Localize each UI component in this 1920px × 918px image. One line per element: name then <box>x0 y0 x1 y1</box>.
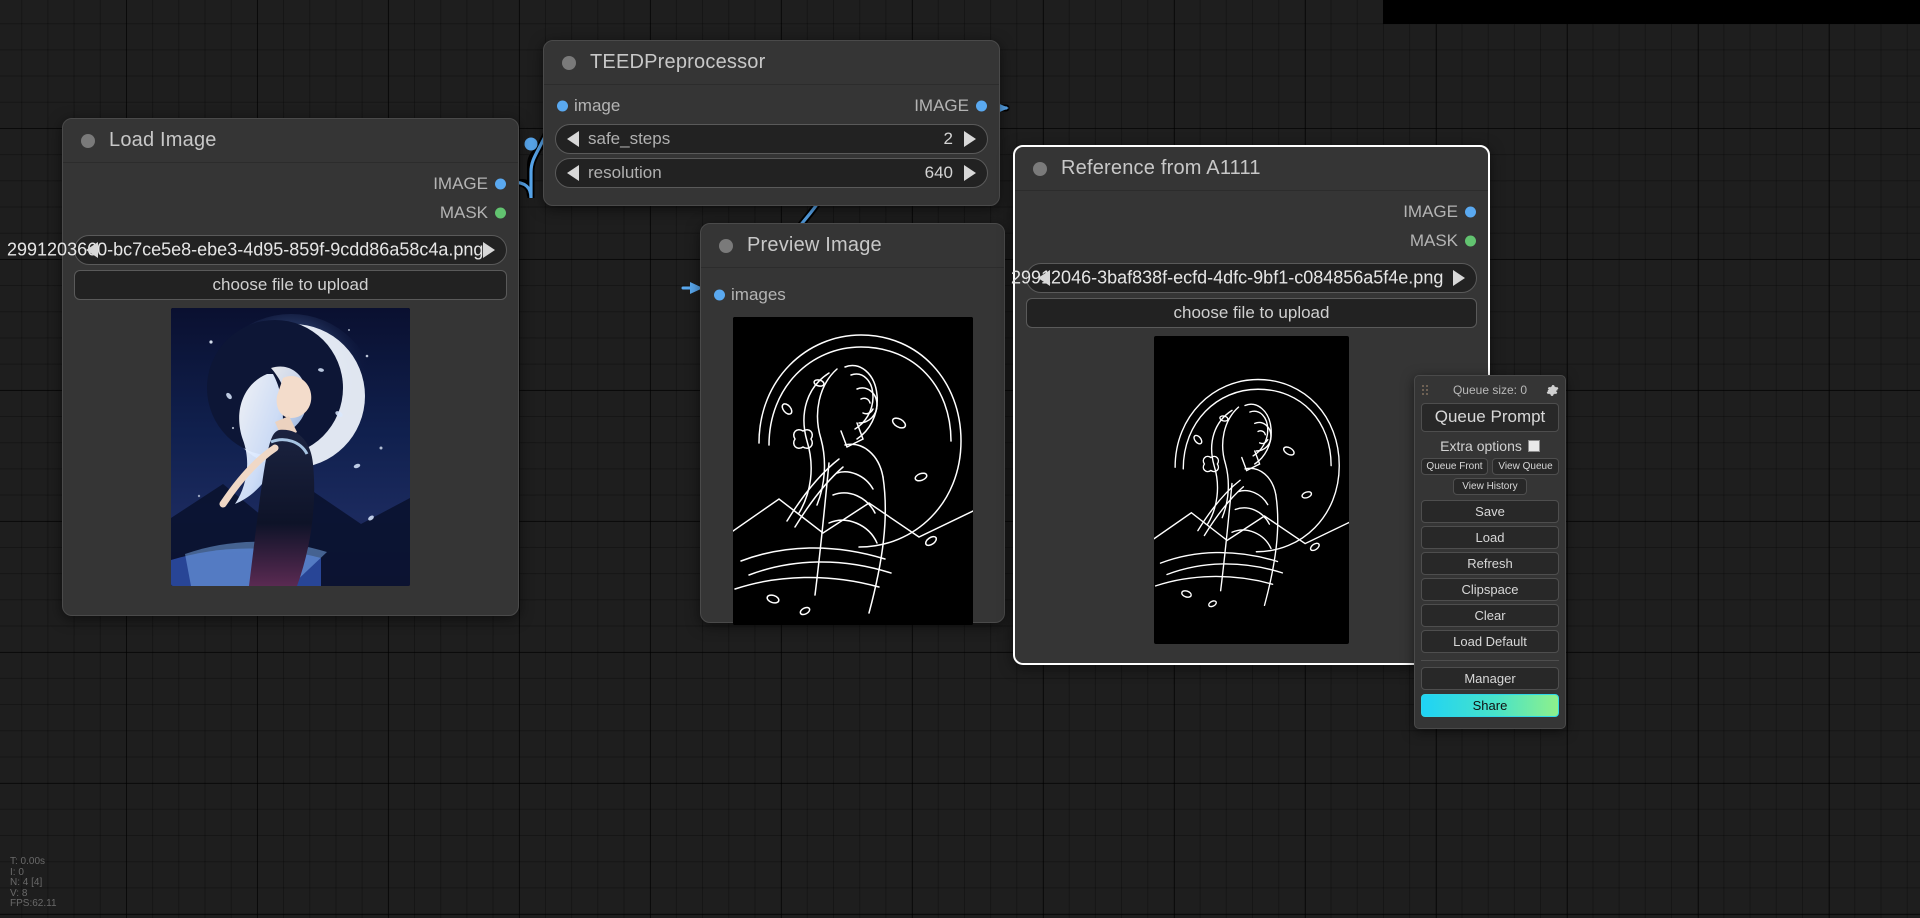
menu-header[interactable]: Queue size: 0 <box>1421 381 1559 399</box>
view-queue-button[interactable]: View Queue <box>1492 458 1559 475</box>
widget-value-resolution: 640 <box>925 163 953 183</box>
node-teed-body: image IMAGE safe_steps 2 resolution 640 <box>544 85 999 188</box>
output-dot-mask[interactable] <box>495 207 506 218</box>
load-button[interactable]: Load <box>1421 526 1559 549</box>
top-black-bar <box>1383 0 1920 24</box>
decrement-arrow-icon[interactable] <box>567 131 579 147</box>
manager-button[interactable]: Manager <box>1421 667 1559 690</box>
node-preview-image[interactable]: Preview Image images <box>700 223 1005 623</box>
prev-image-arrow-icon[interactable] <box>86 242 98 258</box>
output-dot-image[interactable] <box>976 100 987 111</box>
preview-artwork <box>171 308 410 586</box>
node-load-image-header[interactable]: Load Image <box>63 119 518 163</box>
edge-map-artwork <box>1154 336 1349 644</box>
node-title: Preview Image <box>747 234 882 257</box>
drag-handle-icon[interactable] <box>1421 384 1430 396</box>
prev-image-arrow-icon[interactable] <box>1038 270 1050 286</box>
widget-safe-steps[interactable]: safe_steps 2 <box>555 124 988 154</box>
image-filename-widget[interactable]: 2991203660-bc7ce5e8-ebe3-4d95-859f-9cdd8… <box>74 235 507 265</box>
view-history-button[interactable]: View History <box>1453 478 1527 495</box>
input-dot-image[interactable] <box>557 100 568 111</box>
queue-size-label: Queue size: 0 <box>1434 383 1546 397</box>
widget-label-resolution: resolution <box>588 163 662 183</box>
output-port-mask[interactable]: MASK <box>1015 226 1488 255</box>
widget-label-safe-steps: safe_steps <box>588 129 670 149</box>
decrement-arrow-icon[interactable] <box>567 165 579 181</box>
output-dot-image[interactable] <box>1465 206 1476 217</box>
image-filename-value: 2991203660-bc7ce5e8-ebe3-4d95-859f-9cdd8… <box>7 240 483 261</box>
choose-file-to-upload-button[interactable]: choose file to upload <box>1026 298 1477 328</box>
canvas-stats-overlay: T: 0.00s I: 0 N: 4 [4] V: 8 FPS:62.11 <box>10 857 57 910</box>
output-label-image: IMAGE <box>433 174 488 194</box>
next-image-arrow-icon[interactable] <box>1453 270 1465 286</box>
output-port-mask[interactable]: MASK <box>63 198 518 227</box>
output-label-image: IMAGE <box>914 96 969 116</box>
node-preview-body: images <box>701 268 1004 625</box>
stat-fps: FPS:62.11 <box>10 899 57 910</box>
output-label-mask: MASK <box>440 203 488 223</box>
queue-prompt-button[interactable]: Queue Prompt <box>1421 403 1559 432</box>
menu-divider <box>1421 660 1559 661</box>
image-filename-value: 29912046-3baf838f-ecfd-4dfc-9bf1-c084856… <box>1011 268 1443 289</box>
clipspace-button[interactable]: Clipspace <box>1421 578 1559 601</box>
output-label-image: IMAGE <box>1403 202 1458 222</box>
node-load-image[interactable]: Load Image IMAGE MASK 2991203660-bc7ce5e… <box>62 118 519 616</box>
queue-front-button[interactable]: Queue Front <box>1421 458 1488 475</box>
node-title: TEEDPreprocessor <box>590 51 765 74</box>
node-image-preview[interactable] <box>171 308 410 586</box>
extra-options-row[interactable]: Extra options <box>1421 438 1559 454</box>
node-title: Reference from A1111 <box>1061 157 1261 180</box>
clear-button[interactable]: Clear <box>1421 604 1559 627</box>
collapse-dot-icon[interactable] <box>81 134 95 148</box>
save-button[interactable]: Save <box>1421 500 1559 523</box>
workflow-canvas[interactable]: Load Image IMAGE MASK 2991203660-bc7ce5e… <box>0 0 1920 918</box>
input-label-image: image <box>574 96 620 116</box>
edge-map-artwork <box>733 317 973 625</box>
choose-file-to-upload-button[interactable]: choose file to upload <box>74 270 507 300</box>
output-dot-image[interactable] <box>495 178 506 189</box>
gear-icon[interactable] <box>1546 384 1559 397</box>
comfy-menu-panel[interactable]: Queue size: 0 Queue Prompt Extra options… <box>1414 375 1566 729</box>
next-image-arrow-icon[interactable] <box>483 242 495 258</box>
extra-options-label: Extra options <box>1440 438 1522 454</box>
widget-value-safe-steps: 2 <box>944 129 953 149</box>
output-port-image[interactable]: IMAGE <box>63 169 518 198</box>
input-port-images[interactable]: images <box>701 280 1004 309</box>
output-label-mask: MASK <box>1410 231 1458 251</box>
share-button[interactable]: Share <box>1421 694 1559 717</box>
node-teed-preprocessor[interactable]: TEEDPreprocessor image IMAGE safe_steps … <box>543 40 1000 206</box>
node-a1111-header[interactable]: Reference from A1111 <box>1015 147 1488 191</box>
increment-arrow-icon[interactable] <box>964 165 976 181</box>
node-image-preview[interactable] <box>1154 336 1349 644</box>
link-midpoint-dot <box>525 138 538 151</box>
load-default-button[interactable]: Load Default <box>1421 630 1559 653</box>
widget-resolution[interactable]: resolution 640 <box>555 158 988 188</box>
collapse-dot-icon[interactable] <box>1033 162 1047 176</box>
input-dot-images[interactable] <box>714 289 725 300</box>
node-load-image-body: IMAGE MASK 2991203660-bc7ce5e8-ebe3-4d95… <box>63 163 518 586</box>
increment-arrow-icon[interactable] <box>964 131 976 147</box>
node-teed-header[interactable]: TEEDPreprocessor <box>544 41 999 85</box>
node-title: Load Image <box>109 129 217 152</box>
teed-port-row[interactable]: image IMAGE <box>544 91 999 120</box>
refresh-button[interactable]: Refresh <box>1421 552 1559 575</box>
output-dot-mask[interactable] <box>1465 235 1476 246</box>
extra-options-checkbox[interactable] <box>1528 440 1540 452</box>
queue-buttons-row: Queue Front View Queue <box>1421 458 1559 475</box>
node-preview-header[interactable]: Preview Image <box>701 224 1004 268</box>
input-label-images: images <box>731 285 786 305</box>
image-filename-widget[interactable]: 29912046-3baf838f-ecfd-4dfc-9bf1-c084856… <box>1026 263 1477 293</box>
node-image-preview[interactable] <box>733 317 973 625</box>
output-port-image[interactable]: IMAGE <box>1015 197 1488 226</box>
collapse-dot-icon[interactable] <box>719 239 733 253</box>
view-history-row: View History <box>1421 478 1559 495</box>
collapse-dot-icon[interactable] <box>562 56 576 70</box>
